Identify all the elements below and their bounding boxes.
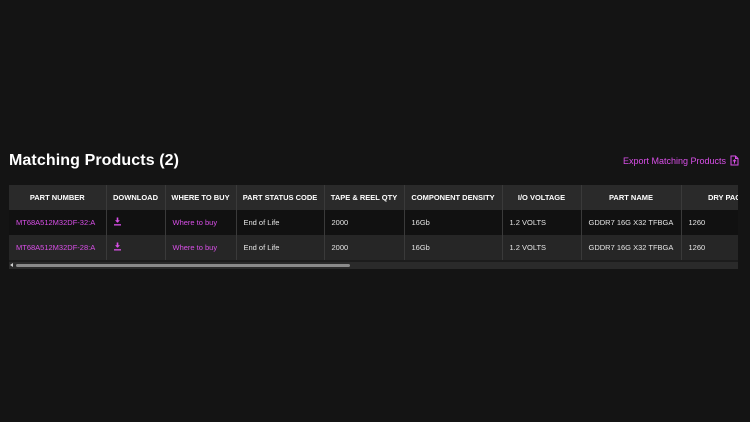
export-label: Export Matching Products [622, 155, 726, 166]
column-header-dry-pack-qty[interactable]: DRY PACK Q [681, 185, 738, 210]
io-voltage-cell: 1.2 VOLTS [502, 210, 582, 235]
part-status-cell: End of Life [236, 235, 325, 260]
column-header-where-to-buy[interactable]: WHERE TO BUY [165, 185, 237, 210]
page: Matching Products (2) Export Matching Pr… [0, 0, 750, 422]
column-header-io-voltage[interactable]: I/O VOLTAGE [502, 185, 582, 210]
tape-reel-qty-cell: 2000 [324, 210, 405, 235]
table-row: MT68A512M32DF-32:A Where to buy End of L… [9, 210, 738, 235]
download-cell [106, 235, 166, 260]
matching-products-table-container[interactable]: PART NUMBER DOWNLOAD WHERE TO BUY PART S… [9, 185, 738, 269]
export-matching-products-link[interactable]: Export Matching Products [623, 155, 739, 166]
part-name-cell: GDDR7 16G X32 TFBGA [581, 210, 682, 235]
section-header: Matching Products (2) Export Matching Pr… [9, 150, 739, 174]
table-row: MT68A512M32DF-28:A Where to buy End of L… [9, 235, 738, 260]
part-number-link[interactable]: MT68A512M32DF-32:A [9, 210, 107, 235]
matching-products-table: PART NUMBER DOWNLOAD WHERE TO BUY PART S… [9, 185, 738, 260]
component-density-cell: 16Gb [404, 210, 503, 235]
table-header-row: PART NUMBER DOWNLOAD WHERE TO BUY PART S… [9, 185, 738, 210]
dry-pack-qty-cell: 1260 [681, 235, 738, 260]
column-header-component-density[interactable]: COMPONENT DENSITY [404, 185, 503, 210]
scrollbar-thumb[interactable] [16, 264, 350, 267]
part-number-link[interactable]: MT68A512M32DF-28:A [9, 235, 107, 260]
tape-reel-qty-cell: 2000 [324, 235, 405, 260]
column-header-part-status-code[interactable]: PART STATUS CODE [236, 185, 325, 210]
column-header-part-number[interactable]: PART NUMBER [9, 185, 107, 210]
export-icon [730, 155, 739, 166]
where-to-buy-link[interactable]: Where to buy [165, 235, 237, 260]
download-icon[interactable] [113, 217, 122, 228]
part-name-cell: GDDR7 16G X32 TFBGA [581, 235, 682, 260]
part-status-cell: End of Life [236, 210, 325, 235]
column-header-tape-reel-qty[interactable]: TAPE & REEL QTY [324, 185, 405, 210]
scroll-left-arrow-icon[interactable] [10, 263, 13, 267]
column-header-part-name[interactable]: PART NAME [581, 185, 682, 210]
component-density-cell: 16Gb [404, 235, 503, 260]
download-icon[interactable] [113, 242, 122, 253]
where-to-buy-link[interactable]: Where to buy [165, 210, 237, 235]
io-voltage-cell: 1.2 VOLTS [502, 235, 582, 260]
download-cell [106, 210, 166, 235]
dry-pack-qty-cell: 1260 [681, 210, 738, 235]
column-header-download[interactable]: DOWNLOAD [106, 185, 166, 210]
horizontal-scrollbar[interactable] [9, 262, 738, 269]
section-title: Matching Products (2) [9, 152, 180, 169]
